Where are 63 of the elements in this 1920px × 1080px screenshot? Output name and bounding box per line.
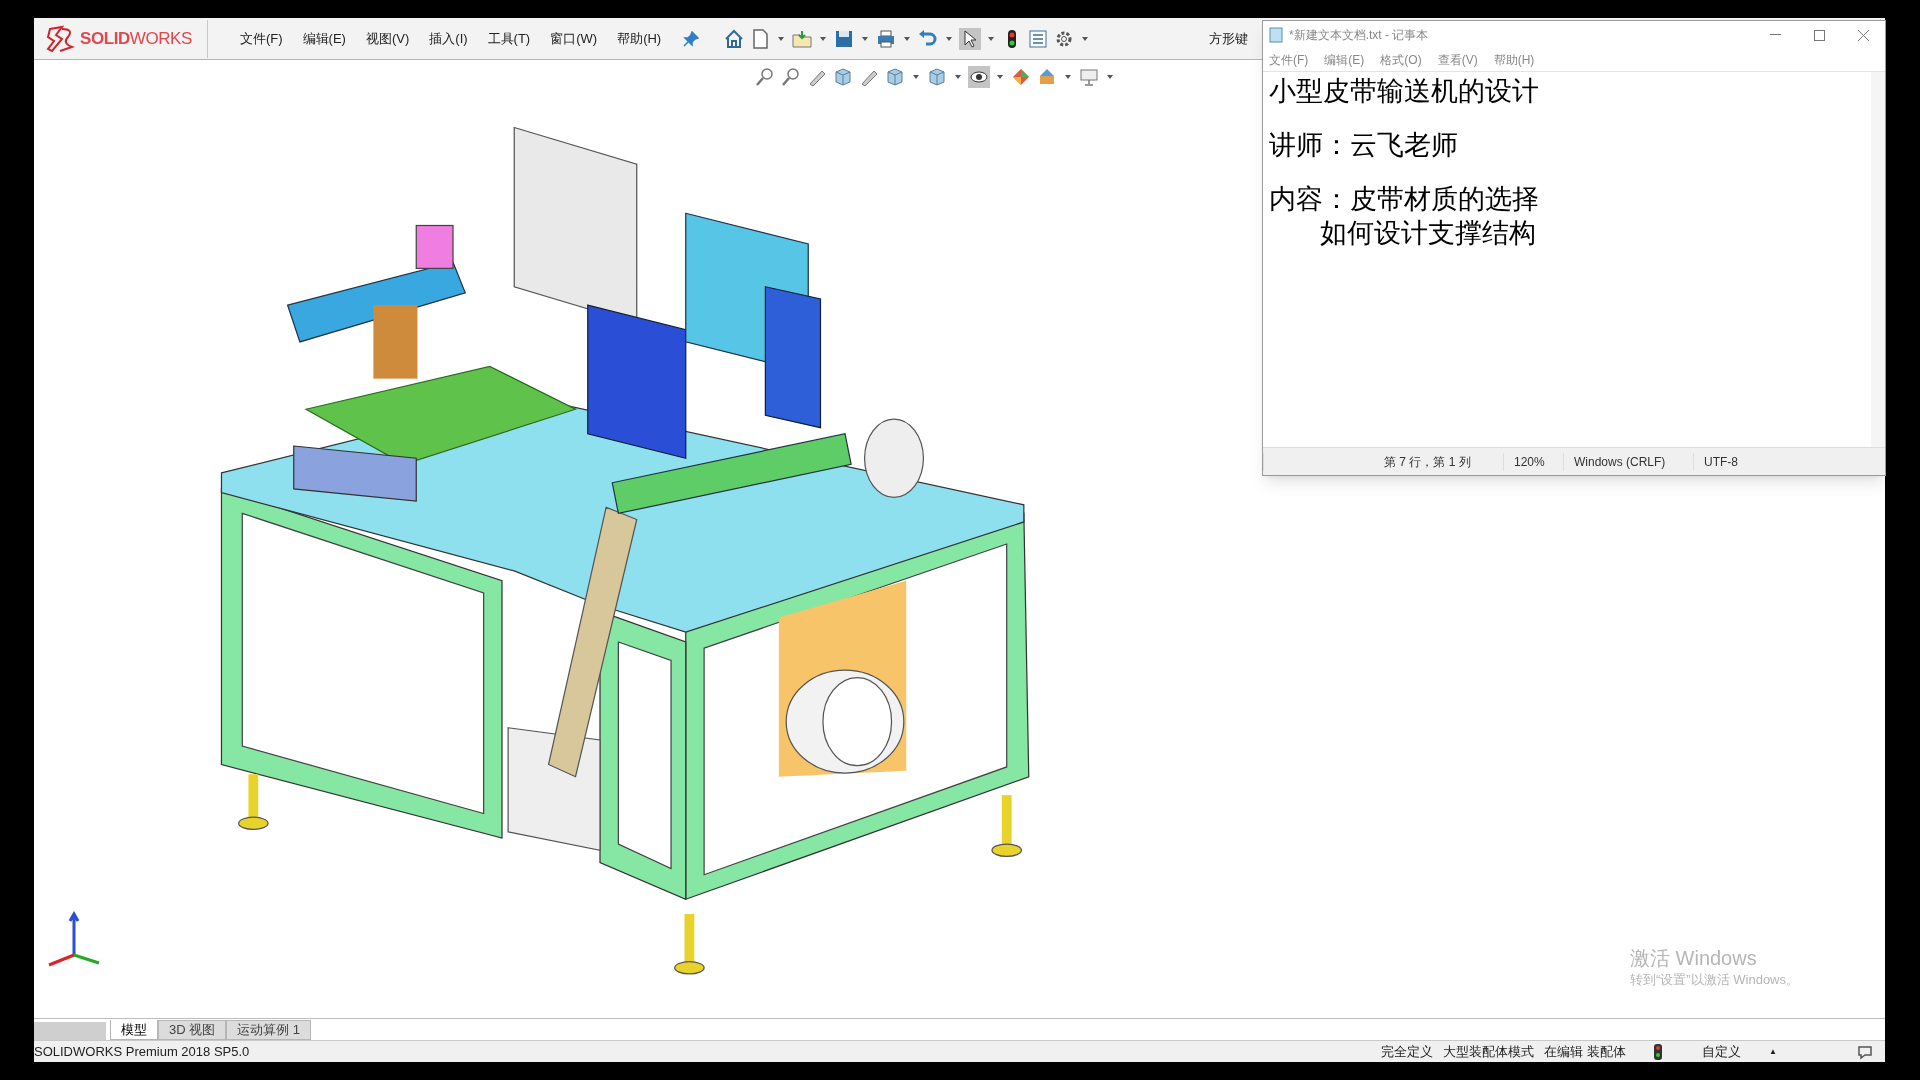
- monitor-icon[interactable]: [1078, 66, 1100, 88]
- cursor-icon[interactable]: [959, 27, 982, 50]
- status-text: 完全定义: [1381, 1042, 1434, 1061]
- menu-item[interactable]: 插入(I): [429, 28, 468, 49]
- activation-title: 激活 Windows: [1630, 946, 1758, 971]
- toolbar-label: 方形键: [1209, 29, 1249, 48]
- menu-item[interactable]: 文件(F): [240, 28, 283, 49]
- status-text: 在编辑 装配体: [1544, 1042, 1627, 1061]
- status-text: 大型装配体模式: [1443, 1042, 1535, 1061]
- caret-icon[interactable]: [955, 75, 961, 79]
- caret-icon[interactable]: [997, 75, 1003, 79]
- activation-message: 转到“设置”以激活 Windows。: [1630, 971, 1799, 989]
- caret-icon[interactable]: [820, 36, 827, 41]
- chat-icon[interactable]: [1857, 1043, 1875, 1060]
- status-text: UTF-8: [1693, 452, 1793, 471]
- view-tab[interactable]: 模型: [110, 1020, 158, 1040]
- menu-item[interactable]: 编辑(E): [1324, 51, 1365, 69]
- caret-icon[interactable]: [1107, 75, 1113, 79]
- status-text: 第 7 行，第 1 列: [1263, 452, 1503, 471]
- menu-item[interactable]: 帮助(H): [617, 28, 662, 49]
- menu-item[interactable]: 工具(T): [487, 28, 531, 49]
- cube-icon[interactable]: [832, 66, 854, 88]
- eye-icon[interactable]: [968, 66, 990, 88]
- arrow-button[interactable]: ▲: [1769, 1045, 1777, 1058]
- menu-item[interactable]: 窗口(W): [550, 28, 598, 49]
- logo-text: SOLIDWORKS: [80, 27, 192, 50]
- text-line: 小型皮带输送机的设计: [1269, 74, 1540, 108]
- menu-item[interactable]: 帮助(H): [1493, 51, 1535, 69]
- text-line: 内容：皮带材质的选择: [1269, 182, 1540, 216]
- notepad-icon: [1269, 27, 1283, 43]
- caret-icon[interactable]: [913, 75, 919, 79]
- menu-item[interactable]: 文件(F): [1269, 51, 1309, 69]
- status-text: 120%: [1503, 452, 1563, 471]
- cube-icon[interactable]: [926, 66, 948, 88]
- pin-icon[interactable]: [683, 30, 700, 47]
- menu-item[interactable]: 格式(O): [1380, 51, 1422, 69]
- minimize-icon[interactable]: [1769, 34, 1781, 36]
- text-line: 讲师：云飞老师: [1269, 128, 1459, 162]
- status-text: Windows (CRLF): [1563, 452, 1693, 471]
- text-line: 如何设计支撑结构: [1319, 216, 1538, 250]
- scrollbar[interactable]: [1871, 72, 1885, 447]
- menu-item[interactable]: 查看(V): [1437, 51, 1478, 69]
- menu-item[interactable]: 编辑(E): [302, 28, 346, 49]
- units-label[interactable]: 自定义: [1702, 1041, 1742, 1062]
- caret-icon[interactable]: [862, 36, 869, 41]
- caret-icon[interactable]: [1065, 75, 1071, 79]
- view-tab[interactable]: 运动算例 1: [226, 1020, 312, 1040]
- caret-icon[interactable]: [1082, 36, 1089, 41]
- caret-icon[interactable]: [778, 36, 785, 41]
- product-version: SOLIDWORKS Premium 2018 SP5.0: [34, 1042, 250, 1061]
- window-title: *新建文本文档.txt - 记事本: [1289, 27, 1429, 44]
- caret-icon[interactable]: [946, 36, 953, 41]
- menu-item[interactable]: 视图(V): [365, 28, 410, 49]
- close-icon[interactable]: [1857, 29, 1869, 41]
- caret-icon[interactable]: [988, 36, 995, 41]
- caret-icon[interactable]: [904, 36, 911, 41]
- traffic-light-icon[interactable]: [1654, 1043, 1663, 1060]
- zoom-icon[interactable]: [780, 66, 802, 88]
- logo-mark-icon: [46, 24, 76, 53]
- maximize-icon[interactable]: [1813, 29, 1825, 41]
- cube-icon[interactable]: [884, 66, 906, 88]
- zoom-icon[interactable]: [754, 66, 776, 88]
- view-tab[interactable]: 3D 视图: [158, 1020, 227, 1040]
